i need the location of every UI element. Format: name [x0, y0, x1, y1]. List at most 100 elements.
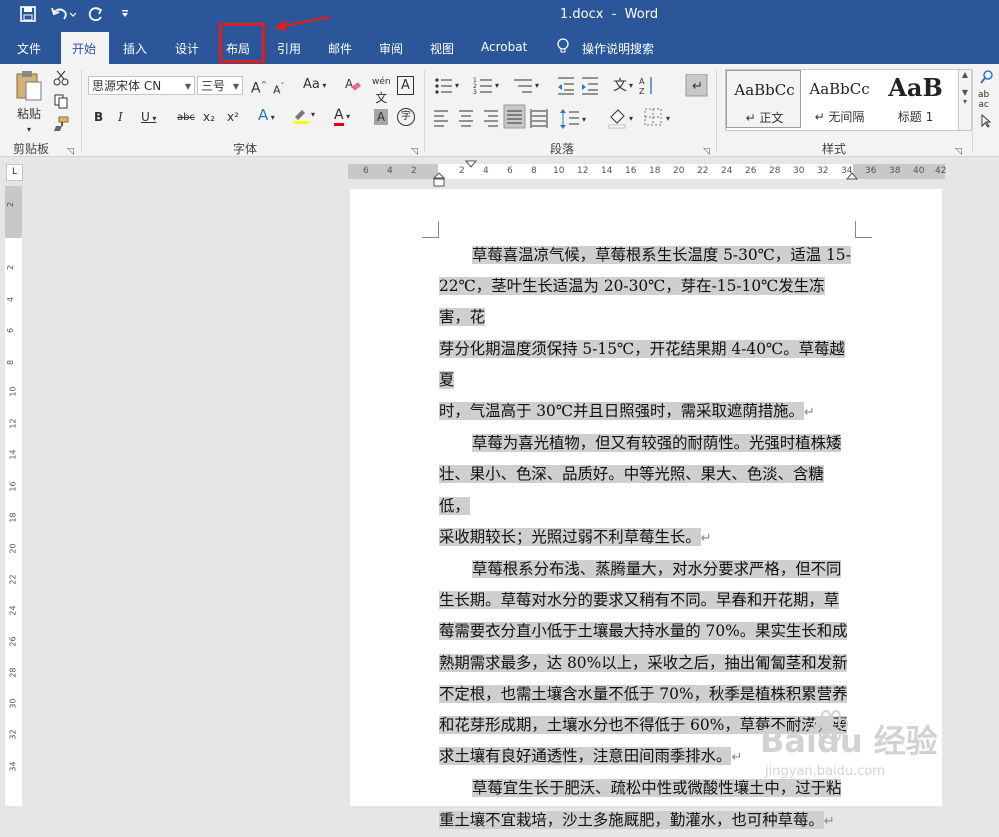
ruler-tick: 24: [721, 166, 733, 176]
svg-text:▾: ▾: [629, 114, 633, 123]
superscript-button[interactable]: x²: [227, 109, 239, 125]
subscript-button[interactable]: x₂: [203, 109, 215, 125]
tab-references[interactable]: 引用: [277, 40, 301, 57]
enclose-characters-button[interactable]: 字: [397, 108, 415, 126]
show-marks-icon: ↵: [685, 74, 708, 97]
highlight-color-button[interactable]: ▾: [293, 107, 319, 129]
undo-icon[interactable]: [50, 6, 77, 26]
styles-launcher-icon[interactable]: ◹: [955, 144, 962, 160]
save-icon[interactable]: [20, 6, 36, 26]
annotation-highlight-box: [219, 23, 265, 63]
ruler-tick: 18: [8, 512, 18, 523]
document-title: 1.docx - Word: [560, 7, 659, 22]
lightbulb-icon: [556, 38, 570, 57]
format-painter-icon[interactable]: [53, 116, 69, 136]
tell-me-search[interactable]: 操作说明搜索: [582, 40, 654, 57]
shrink-font-button[interactable]: Aˇ: [273, 79, 285, 99]
ruler-tick: 20: [673, 166, 685, 176]
tab-insert[interactable]: 插入: [123, 40, 147, 57]
style-normal[interactable]: AaBbCc ↵ 正文: [726, 70, 801, 128]
style-heading-1[interactable]: AaB 标题 1: [878, 70, 953, 128]
crop-mark: [422, 221, 439, 238]
left-indent-marker-icon[interactable]: [433, 160, 445, 188]
ruler-tick: 34: [8, 761, 18, 772]
change-case-button[interactable]: Aa ▾: [303, 77, 326, 94]
style-no-spacing[interactable]: AaBbCc ↵ 无间隔: [802, 70, 877, 128]
character-border-label: A: [401, 78, 410, 93]
ruler-tick: 12: [577, 166, 589, 176]
first-line-indent-marker-icon[interactable]: [465, 160, 477, 170]
clipboard-launcher-icon[interactable]: ◹: [67, 144, 74, 160]
cut-icon[interactable]: [53, 70, 69, 90]
italic-button[interactable]: I: [118, 109, 123, 125]
ruler-tick: 8: [6, 359, 16, 366]
grow-font-button[interactable]: A^: [251, 77, 267, 97]
svg-text:▾: ▾: [629, 81, 633, 90]
ruler-tick: 4: [6, 296, 16, 303]
select-icon[interactable]: [980, 113, 992, 132]
annotation-arrow-icon: [274, 15, 331, 31]
tab-design[interactable]: 设计: [175, 40, 199, 57]
find-icon[interactable]: [980, 70, 994, 88]
watermark-url: jingyan.baidu.com: [765, 764, 885, 779]
phonetic-guide-button[interactable]: wén 文: [372, 74, 391, 108]
text-line: 壮、果小、色深、品质好。中等光照、果大、色淡、含糖低，: [439, 465, 824, 515]
replace-icon[interactable]: ab ac: [978, 90, 989, 110]
ruler-tick: 6: [363, 166, 369, 176]
tab-file[interactable]: 文件: [17, 40, 41, 57]
font-launcher-icon[interactable]: ◹: [411, 144, 418, 160]
ruler-tick: 14: [601, 166, 613, 176]
tab-view[interactable]: 视图: [430, 40, 454, 57]
align-right-icon: [484, 110, 498, 127]
svg-text:A: A: [345, 77, 354, 91]
crop-mark: [855, 221, 872, 238]
styles-scroll[interactable]: ▲ ▼ ▾: [958, 69, 972, 131]
strikethrough-button[interactable]: abc: [177, 110, 195, 126]
bullets-icon: ▾: [435, 78, 459, 94]
bold-button[interactable]: B: [94, 109, 103, 125]
paragraph-launcher-icon[interactable]: ◹: [703, 144, 710, 160]
font-name-combo[interactable]: 思源宋体 CN ▼: [88, 76, 195, 95]
style-name: 标题 1: [897, 110, 934, 124]
font-color-button[interactable]: A ▾: [334, 107, 350, 126]
right-indent-marker-icon[interactable]: [846, 168, 858, 180]
tab-mailings[interactable]: 邮件: [328, 40, 352, 57]
ruler-tick: 32: [8, 729, 18, 740]
paragraph-mark: ↵: [731, 750, 743, 766]
divider: [424, 70, 425, 152]
text-line: 不定根，也需土壤含水量不低于 70%，秋季是植株积累营养: [439, 684, 848, 703]
text-line: 求土壤有良好通透性，注意田间雨季排水。: [439, 747, 732, 766]
vertical-ruler[interactable]: 2 2 4 6 8 10 12 14 16 18 20 22 24 26 28 …: [5, 186, 22, 806]
ruler-tick: 16: [8, 481, 18, 492]
divider: [81, 70, 82, 152]
text-effects-button[interactable]: A ▾: [258, 107, 275, 126]
tab-acrobat[interactable]: Acrobat: [481, 40, 527, 54]
divider: [972, 70, 973, 152]
paste-button[interactable]: 粘贴 ▾: [12, 70, 46, 140]
font-group-label: 字体: [233, 142, 258, 156]
svg-text:3: 3: [473, 89, 477, 96]
paragraph: 草莓喜温凉气候，草莓根系生长温度 5-30℃，适温 15- 22℃，茎叶生长适温…: [439, 240, 854, 428]
font-size-combo[interactable]: 三号 ▼: [197, 76, 243, 95]
ruler-tick: 28: [8, 667, 18, 678]
customize-qat-icon[interactable]: [120, 9, 130, 22]
redo-icon[interactable]: [88, 6, 104, 26]
underline-button[interactable]: U ▾: [141, 109, 156, 127]
paste-dropdown-icon[interactable]: ▾: [12, 122, 46, 138]
svg-text:▾: ▾: [495, 81, 499, 90]
style-name: ↵ 正文: [745, 111, 784, 125]
svg-text:▾: ▾: [455, 81, 459, 90]
ruler-tick: 38: [889, 166, 901, 176]
ruler-tick: 40: [913, 166, 925, 176]
tab-home-label: 开始: [72, 42, 97, 56]
tab-review[interactable]: 审阅: [379, 40, 403, 57]
tab-selector[interactable]: L: [6, 164, 23, 181]
character-border-button[interactable]: A: [397, 76, 414, 95]
copy-icon[interactable]: [53, 93, 69, 113]
text-effects-label: A: [258, 106, 269, 124]
character-shading-button[interactable]: A: [374, 109, 388, 125]
line-spacing-icon: ▾: [560, 109, 586, 129]
tab-home[interactable]: 开始: [61, 32, 109, 64]
ruler-tick: 26: [745, 166, 757, 176]
clear-formatting-icon[interactable]: A: [344, 75, 362, 97]
